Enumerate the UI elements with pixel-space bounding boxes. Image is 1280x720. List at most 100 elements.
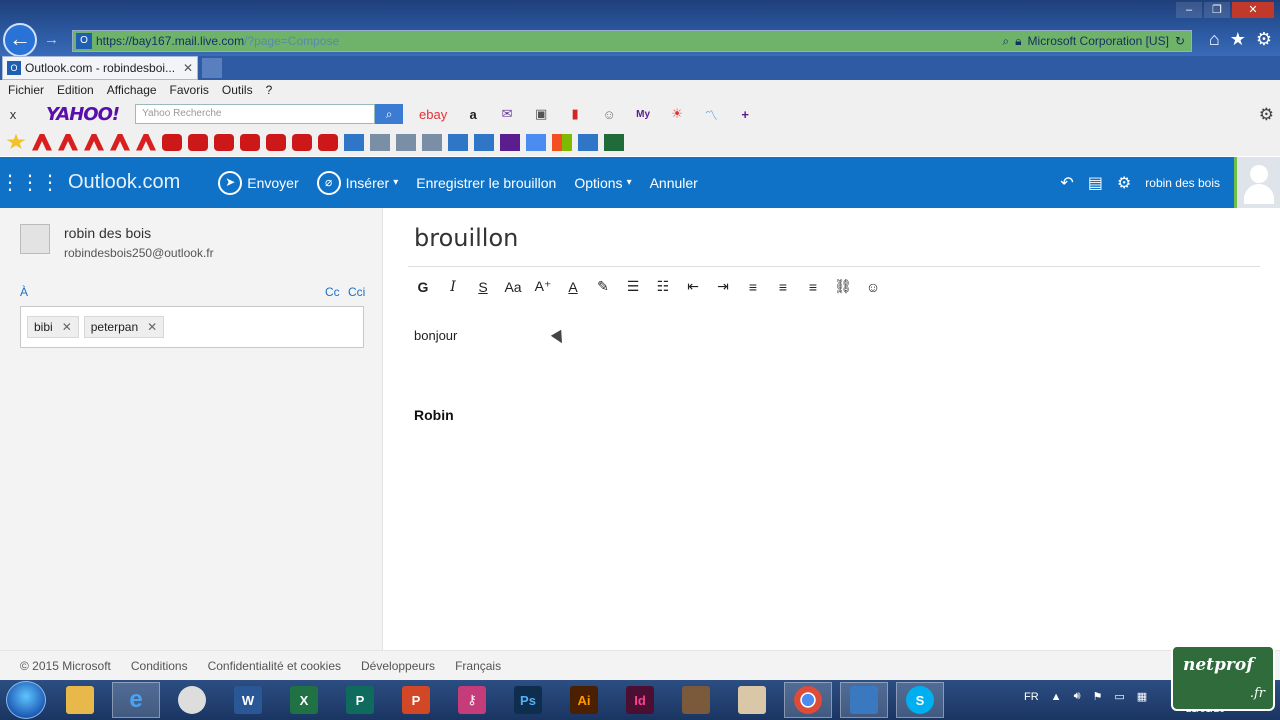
menu-item-outils[interactable]: Outils xyxy=(222,83,253,97)
youtube-icon[interactable] xyxy=(292,133,312,151)
website-icon[interactable] xyxy=(448,133,468,151)
refresh-icon[interactable]: ↻ xyxy=(1175,34,1185,48)
grow-font-button[interactable]: A⁺ xyxy=(532,278,554,295)
explorer-icon[interactable] xyxy=(56,682,104,718)
home-icon[interactable]: ⌂ xyxy=(1209,29,1220,50)
language-link[interactable]: Français xyxy=(455,659,501,673)
excel-icon[interactable]: X xyxy=(280,682,328,718)
adobe-icon[interactable] xyxy=(32,133,52,151)
adobe-icon[interactable] xyxy=(58,133,78,151)
bullet-list-icon[interactable]: ☷ xyxy=(652,278,674,295)
my-yahoo-icon[interactable]: My xyxy=(633,109,653,120)
website-icon[interactable] xyxy=(344,133,364,151)
website-icon[interactable] xyxy=(474,133,494,151)
amazon-icon[interactable]: a xyxy=(463,107,483,122)
people-app-icon[interactable] xyxy=(840,682,888,718)
user-name[interactable]: robin des bois xyxy=(1145,176,1220,190)
recipient-chip[interactable]: bibi ✕ xyxy=(27,316,79,338)
bookmark-icon[interactable]: ▮ xyxy=(565,106,585,122)
forward-button[interactable]: → xyxy=(44,31,59,48)
settings-gear-icon[interactable]: ⚙ xyxy=(1256,29,1272,50)
youtube-icon[interactable] xyxy=(188,133,208,151)
remove-recipient-icon[interactable]: ✕ xyxy=(147,320,157,334)
google-icon[interactable] xyxy=(526,133,546,151)
website-icon[interactable] xyxy=(370,133,390,151)
adobe-icon[interactable] xyxy=(110,133,130,151)
yahoo-icon[interactable] xyxy=(500,133,520,151)
adobe-icon[interactable] xyxy=(84,133,104,151)
favorites-star-icon[interactable] xyxy=(6,133,26,149)
chat-icon[interactable]: ▤ xyxy=(1088,173,1103,193)
terms-link[interactable]: Conditions xyxy=(131,659,188,673)
undo-icon[interactable]: ↶ xyxy=(1060,173,1073,193)
emoji-icon[interactable]: ☺ xyxy=(862,279,884,295)
finance-icon[interactable]: 〽 xyxy=(701,105,721,124)
favorites-star-icon[interactable]: ★ xyxy=(1230,29,1246,50)
remove-recipient-icon[interactable]: ✕ xyxy=(62,320,72,334)
windows-icon[interactable] xyxy=(552,133,572,151)
start-button[interactable] xyxy=(6,681,46,719)
privacy-link[interactable]: Confidentialité et cookies xyxy=(208,659,341,673)
illustrator-icon[interactable]: Ai xyxy=(560,682,608,718)
volume-icon[interactable]: 🔊︎ xyxy=(1074,690,1081,703)
decrease-indent-icon[interactable]: ⇤ xyxy=(682,278,704,295)
youtube-icon[interactable] xyxy=(240,133,260,151)
recipient-chip[interactable]: peterpan ✕ xyxy=(83,316,165,338)
yahoo-logo[interactable]: YAHOO! xyxy=(46,104,120,125)
message-signature[interactable]: Robin xyxy=(414,407,454,423)
weather-icon[interactable]: ☀ xyxy=(667,106,687,122)
tray-expand-icon[interactable]: ▲ xyxy=(1051,691,1062,703)
adobe-icon[interactable] xyxy=(136,133,156,151)
tab-close-icon[interactable]: ✕ xyxy=(183,61,193,75)
photoshop-icon[interactable]: Ps xyxy=(504,682,552,718)
key-app-icon[interactable]: ⚷ xyxy=(448,682,496,718)
align-left-icon[interactable]: ≡ xyxy=(742,279,764,295)
menu-item-help[interactable]: ? xyxy=(266,83,273,97)
indesign-icon[interactable]: Id xyxy=(616,682,664,718)
increase-indent-icon[interactable]: ⇥ xyxy=(712,278,734,295)
battery-icon[interactable]: ▭ xyxy=(1114,690,1124,703)
yahoo-search-input[interactable]: Yahoo Recherche xyxy=(135,104,376,124)
app-launcher-icon[interactable]: ⋮⋮⋮ xyxy=(0,170,60,195)
subject-field[interactable]: brouillon xyxy=(414,224,518,252)
website-icon[interactable] xyxy=(578,133,598,151)
menu-item-affichage[interactable]: Affichage xyxy=(107,83,157,97)
menu-item-favoris[interactable]: Favoris xyxy=(170,83,209,97)
language-indicator[interactable]: FR xyxy=(1024,691,1039,703)
outlook-brand[interactable]: Outlook.com xyxy=(68,171,180,194)
italic-button[interactable]: I xyxy=(442,279,464,295)
youtube-icon[interactable] xyxy=(266,133,286,151)
toolbar-settings-gear-icon[interactable]: ⚙ xyxy=(1259,105,1274,125)
ebay-icon[interactable]: ebay xyxy=(417,107,449,122)
youtube-icon[interactable] xyxy=(162,133,182,151)
close-window-button[interactable]: ✕ xyxy=(1232,2,1274,18)
strikethrough-button[interactable]: S xyxy=(472,279,494,295)
youtube-icon[interactable] xyxy=(318,133,338,151)
bold-button[interactable]: G xyxy=(412,279,434,295)
skype-icon[interactable]: S xyxy=(896,682,944,718)
powerpoint-icon[interactable]: P xyxy=(392,682,440,718)
site-identity[interactable]: Microsoft Corporation [US] xyxy=(1028,34,1169,48)
menu-item-edition[interactable]: Edition xyxy=(57,83,94,97)
settings-gear-icon[interactable]: ⚙ xyxy=(1117,173,1131,193)
options-button[interactable]: Options ▾ xyxy=(574,175,631,191)
address-bar[interactable]: O https://bay167.mail.live.com /?page=Co… xyxy=(72,30,1192,52)
search-icon[interactable]: ⌕ xyxy=(1002,34,1009,49)
back-button[interactable]: ← xyxy=(3,23,37,57)
lock-icon[interactable]: 🔒︎ xyxy=(1015,34,1021,49)
network-icon[interactable]: ▦ xyxy=(1137,690,1147,703)
link-icon[interactable]: ⛓ xyxy=(832,278,854,295)
publisher-icon[interactable]: P xyxy=(336,682,384,718)
archive-icon[interactable] xyxy=(672,682,720,718)
notes-icon[interactable] xyxy=(728,682,776,718)
insert-button[interactable]: ⌀ Insérer ▾ xyxy=(316,170,398,195)
bcc-link[interactable]: Cci xyxy=(348,285,365,299)
save-draft-button[interactable]: Enregistrer le brouillon xyxy=(416,175,556,191)
highlight-icon[interactable]: ✎ xyxy=(592,278,614,295)
maximize-button[interactable]: ❐ xyxy=(1204,2,1230,18)
add-icon[interactable]: + xyxy=(735,107,755,122)
yahoo-toolbar-close-button[interactable]: x xyxy=(0,107,26,122)
tab-outlook[interactable]: O Outlook.com - robindesboi... ✕ xyxy=(2,56,198,80)
cancel-button[interactable]: Annuler xyxy=(650,175,698,191)
news-icon[interactable]: ▣ xyxy=(531,106,551,122)
